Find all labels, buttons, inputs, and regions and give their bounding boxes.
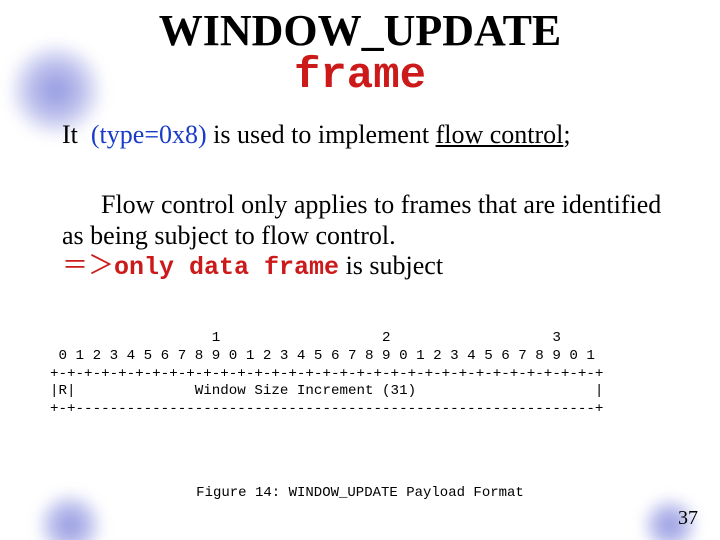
diagram-line: 1 2 3 <box>50 330 561 346</box>
paragraph: Flow control only applies to frames that… <box>62 190 662 283</box>
text: It <box>62 120 78 149</box>
diagram-line: 0 1 2 3 4 5 6 7 8 9 0 1 2 3 4 5 6 7 8 9 … <box>50 348 595 364</box>
flow-control-link: flow control <box>436 120 564 149</box>
text: Flow control only applies to frames that… <box>62 190 661 250</box>
intro-line: It (type=0x8) is used to implement flow … <box>62 120 672 150</box>
page-number: 37 <box>678 507 698 530</box>
diagram-line: +-+-+-+-+-+-+-+-+-+-+-+-+-+-+-+-+-+-+-+-… <box>50 366 603 382</box>
title-line-1: WINDOW_UPDATE <box>0 8 720 54</box>
slide-title: WINDOW_UPDATE frame <box>0 8 720 98</box>
diagram-line: +-+-------------------------------------… <box>50 401 603 417</box>
figure-caption: Figure 14: WINDOW_UPDATE Payload Format <box>0 485 720 501</box>
ascii-diagram: 1 2 3 0 1 2 3 4 5 6 7 8 9 0 1 2 3 4 5 6 … <box>50 330 603 419</box>
title-line-2: frame <box>0 54 720 98</box>
diagram-line: |R| Window Size Increment (31) | <box>50 383 603 399</box>
indent <box>62 190 101 219</box>
arrow-icon: ＝＞ <box>62 251 114 280</box>
text: ; <box>563 120 570 149</box>
text: is used to implement <box>207 120 436 149</box>
frame-type-code: (type=0x8) <box>91 120 207 149</box>
emphasis-text: only data frame <box>114 253 339 282</box>
text: is subject <box>339 251 443 280</box>
